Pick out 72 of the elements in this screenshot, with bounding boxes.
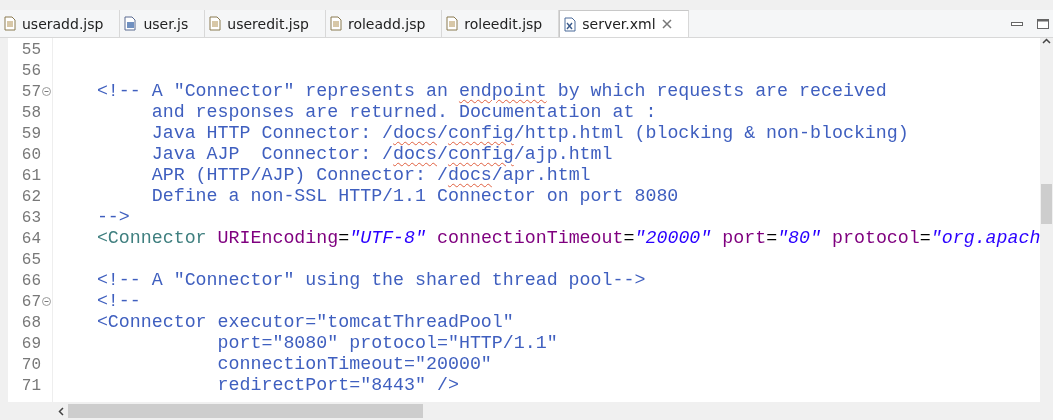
code-token: Define a non-SSL HTTP/1.1 Connector on port 8080 (150, 186, 679, 206)
misspelled-word: config (447, 123, 514, 143)
code-text: = (623, 228, 635, 248)
code-token: <Connector executor="tomcatThreadPool" (95, 312, 514, 332)
misspelled-word: config (447, 144, 514, 164)
code-token: <Connector (95, 228, 207, 248)
code-token: redirectPort="8443" /> (216, 375, 459, 395)
code-token: connectionTimeout="20000" (216, 354, 492, 374)
scroll-thumb[interactable] (1041, 184, 1052, 224)
code-token: <!-- A "Connector" using the shared thread pool--> (95, 270, 646, 290)
scroll-left-icon[interactable] (58, 406, 64, 416)
misspelled-word: docs (447, 165, 492, 185)
line-number: 65 (21, 250, 41, 269)
code-token: by which requests are received (556, 81, 887, 101)
misspelled-word: endpoint (458, 81, 547, 101)
line-number: 63 (21, 208, 41, 227)
line-number: 57 (21, 82, 41, 101)
maximize-icon[interactable] (1037, 18, 1049, 29)
misspelled-word: docs (393, 123, 437, 143)
vertical-scrollbar[interactable] (1040, 38, 1053, 402)
line-number: 71 (21, 376, 41, 395)
code-token: URIEncoding (216, 228, 339, 248)
line-number: 67 (21, 292, 41, 311)
code-token: "80" (777, 228, 822, 248)
code-token: port (721, 228, 767, 248)
line-number: 59 (21, 124, 41, 143)
line-number: 58 (21, 103, 41, 122)
code-token: APR (HTTP/AJP) Connector: / (150, 165, 448, 185)
line-number: 61 (21, 166, 41, 185)
line-number: 70 (21, 355, 41, 374)
xml-file-icon (564, 16, 577, 32)
code-token: and responses are returned. Documentation at : (150, 102, 657, 122)
code-token: Java HTTP Connector: / (150, 123, 394, 143)
code-token: / (437, 123, 448, 143)
line-number: 66 (21, 271, 41, 290)
file-icon (329, 16, 342, 31)
scroll-up-icon[interactable] (1042, 38, 1051, 44)
code-token: /ajp.html (513, 144, 613, 164)
collapse-icon[interactable] (42, 87, 51, 96)
line-number: 55 (21, 40, 41, 59)
collapse-icon[interactable] (42, 297, 51, 306)
code-token: connectionTimeout (436, 228, 624, 248)
line-number: 62 (21, 187, 41, 206)
code-text: = (919, 228, 931, 248)
code-token: "org.apach (930, 228, 1040, 248)
editor-tab[interactable]: server.xml (559, 10, 689, 37)
code-token: port="8080" protocol="HTTP/1.1" (216, 333, 558, 353)
code-token: --> (95, 207, 130, 227)
line-number: 60 (21, 145, 41, 164)
line-number: 56 (21, 61, 41, 80)
file-icon (446, 16, 459, 31)
code-token: "UTF-8" (349, 228, 427, 248)
file-icon (4, 16, 16, 31)
code-token: <!-- (95, 291, 141, 311)
line-number: 69 (21, 334, 41, 353)
minimize-icon[interactable] (1011, 21, 1023, 26)
scroll-thumb[interactable] (68, 404, 423, 418)
misspelled-word: docs (393, 144, 437, 164)
close-icon[interactable] (661, 19, 672, 29)
code-token: protocol (831, 228, 920, 248)
line-number: 64 (21, 229, 41, 248)
code-text: = (338, 228, 350, 248)
code-token: / (437, 144, 448, 164)
code-text: = (766, 228, 778, 248)
script-file-icon (124, 16, 138, 31)
file-icon (209, 16, 222, 31)
code-token: Java AJP Connector: / (150, 144, 394, 164)
line-number: 68 (21, 313, 41, 332)
code-token: <!-- A "Connector" represents an (95, 81, 449, 101)
code-token: /http.html (blocking & non-blocking) (513, 123, 909, 143)
code-token: /apr.html (491, 165, 591, 185)
code-token: "20000" (634, 228, 712, 248)
